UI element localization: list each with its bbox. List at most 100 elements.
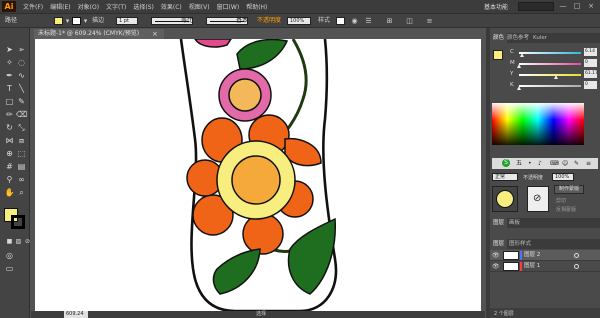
menu-type[interactable]: 文字(T) xyxy=(106,2,126,11)
close-icon[interactable]: × xyxy=(152,29,162,39)
width-tool-icon[interactable]: ⋈ xyxy=(4,135,15,146)
tab-artboards[interactable]: 画板 xyxy=(506,218,523,228)
menu-file[interactable]: 文件(F) xyxy=(23,2,43,11)
hand-tool-icon[interactable]: ✋ xyxy=(4,187,15,198)
eye-icon[interactable]: 👁 xyxy=(492,263,500,270)
line-tool-icon[interactable]: ╲ xyxy=(16,83,27,94)
scale-tool-icon[interactable]: ⤡ xyxy=(16,122,27,133)
stroke-label[interactable]: 描边 xyxy=(92,17,104,25)
minimize-button[interactable]: — xyxy=(558,2,568,11)
type-tool-icon[interactable]: T xyxy=(4,83,15,94)
panel-fill-swatch[interactable] xyxy=(493,50,503,60)
tab-color-guide[interactable]: 颜色参考 xyxy=(504,33,532,43)
maximize-button[interactable]: □ xyxy=(572,2,582,11)
slider-k-track[interactable] xyxy=(519,85,581,87)
stroke-weight-field[interactable]: 1 pt xyxy=(116,17,138,25)
perspective-tool-icon[interactable]: ⬚ xyxy=(16,148,27,159)
layer-row[interactable]: 👁 图层 1 xyxy=(490,261,600,272)
tab-layers[interactable]: 图层 xyxy=(490,218,508,228)
slider-c[interactable]: C 6.14 xyxy=(510,48,598,58)
menu-help[interactable]: 帮助(H) xyxy=(246,2,267,11)
slider-c-track[interactable] xyxy=(519,52,581,54)
emoji-icon[interactable]: ☺ xyxy=(562,158,568,169)
layer-row[interactable]: 👁 图层 2 xyxy=(490,250,600,261)
menu-object[interactable]: 对象(O) xyxy=(78,2,99,11)
ime-mode[interactable]: 五 xyxy=(516,158,522,169)
slider-k-thumb[interactable] xyxy=(516,86,521,90)
recolor-icon[interactable]: ◉ xyxy=(350,17,359,26)
blend-mode-dropdown[interactable]: 正常 xyxy=(492,173,518,181)
align-icon[interactable]: ☰ xyxy=(364,17,373,26)
tab-graphic-styles[interactable]: 图形样式 xyxy=(506,239,534,249)
lasso-tool-icon[interactable]: ◌ xyxy=(16,57,27,68)
opacity-dropdown[interactable]: 100% xyxy=(552,173,574,181)
rectangle-tool-icon[interactable]: □ xyxy=(4,96,15,107)
invert-mask-checkbox[interactable]: 反相蒙版 xyxy=(556,206,576,213)
direct-selection-tool-icon[interactable]: ➢ xyxy=(16,44,27,55)
slider-c-thumb[interactable] xyxy=(520,53,525,57)
magic-wand-tool-icon[interactable]: ✧ xyxy=(4,57,15,68)
chevron-down-icon[interactable]: ▾ xyxy=(63,17,72,26)
free-transform-tool-icon[interactable]: ⧈ xyxy=(16,135,27,146)
stroke-swatch[interactable] xyxy=(72,17,81,25)
menu-select[interactable]: 选择(S) xyxy=(133,2,154,11)
layer-name[interactable]: 图层 1 xyxy=(524,261,540,272)
zoom-field[interactable]: 609.24 xyxy=(64,311,88,318)
menu-edit[interactable]: 编辑(E) xyxy=(50,2,70,11)
skin-icon[interactable]: ✎ xyxy=(574,158,579,169)
pencil-tool-icon[interactable]: ✏ xyxy=(4,109,15,120)
panel-menu-icon[interactable]: ≡ xyxy=(425,17,434,26)
color-spectrum[interactable] xyxy=(492,103,584,145)
eye-icon[interactable]: 👁 xyxy=(492,252,500,259)
slider-m[interactable]: M 0 xyxy=(510,59,598,69)
menu-icon[interactable]: ≡ xyxy=(586,158,591,169)
sogou-icon[interactable]: S xyxy=(502,159,510,167)
stroke-color-box[interactable] xyxy=(11,215,25,229)
eraser-tool-icon[interactable]: ⌫ xyxy=(16,109,27,120)
menu-window[interactable]: 窗口(W) xyxy=(217,2,240,11)
slider-m-value[interactable]: 0 xyxy=(584,59,597,67)
zoom-tool-icon[interactable]: ⌕ xyxy=(16,187,27,198)
slider-y[interactable]: Y 61.17 xyxy=(510,70,598,80)
selection-tool-icon[interactable]: ➤ xyxy=(4,44,15,55)
opacity-label[interactable]: 不透明度 xyxy=(257,17,281,25)
shape-builder-tool-icon[interactable]: ⊕ xyxy=(4,148,15,159)
artwork-svg[interactable] xyxy=(35,39,481,311)
screen-mode-icon[interactable]: ▭ xyxy=(4,263,15,274)
slider-m-track[interactable] xyxy=(519,63,581,65)
mesh-tool-icon[interactable]: # xyxy=(4,161,15,172)
slider-m-thumb[interactable] xyxy=(516,64,521,68)
rotate-tool-icon[interactable]: ↻ xyxy=(4,122,15,133)
keyboard-icon[interactable]: ⌨ xyxy=(550,158,559,169)
punctuation-icon[interactable]: • xyxy=(528,158,532,169)
voice-icon[interactable]: ♪ xyxy=(538,158,542,169)
blend-tool-icon[interactable]: ∞ xyxy=(16,174,27,185)
slider-k-value[interactable]: 0 xyxy=(584,81,597,89)
draw-mode-icon[interactable]: ◎ xyxy=(4,250,15,261)
fill-swatch[interactable] xyxy=(54,17,63,25)
chevron-down-icon[interactable]: ▾ xyxy=(81,17,90,26)
graphic-style-swatch[interactable] xyxy=(336,17,345,25)
slider-k[interactable]: K 0 xyxy=(510,81,598,91)
artboard[interactable] xyxy=(35,39,481,311)
slider-y-thumb[interactable] xyxy=(554,75,559,79)
close-window-button[interactable]: × xyxy=(586,2,596,11)
menu-effect[interactable]: 效果(C) xyxy=(161,2,182,11)
eyedropper-tool-icon[interactable]: ⚲ xyxy=(4,174,15,185)
isolate-icon[interactable]: ◫ xyxy=(405,17,414,26)
slider-y-track[interactable] xyxy=(519,74,581,76)
workspace-switcher[interactable]: 基本功能 xyxy=(484,2,508,11)
transform-icon[interactable]: ⊞ xyxy=(385,17,394,26)
opacity-field[interactable]: 100% xyxy=(287,17,311,25)
tab-layers-2[interactable]: 图层 xyxy=(490,239,508,249)
paintbrush-tool-icon[interactable]: ✎ xyxy=(16,96,27,107)
search-input[interactable] xyxy=(518,2,554,11)
target-icon[interactable] xyxy=(574,264,579,269)
make-mask-button[interactable]: 制作蒙版 xyxy=(554,185,584,194)
document-tab[interactable]: 未标题-1* @ 609.24% (CMYK/预览) xyxy=(34,29,164,39)
canvas-area[interactable] xyxy=(31,39,485,311)
gradient-tool-icon[interactable]: ▤ xyxy=(16,161,27,172)
layer-name[interactable]: 图层 2 xyxy=(524,250,540,261)
tab-kuler[interactable]: Kuler xyxy=(530,33,550,43)
mask-thumbnail[interactable]: ⊘ xyxy=(527,186,549,212)
